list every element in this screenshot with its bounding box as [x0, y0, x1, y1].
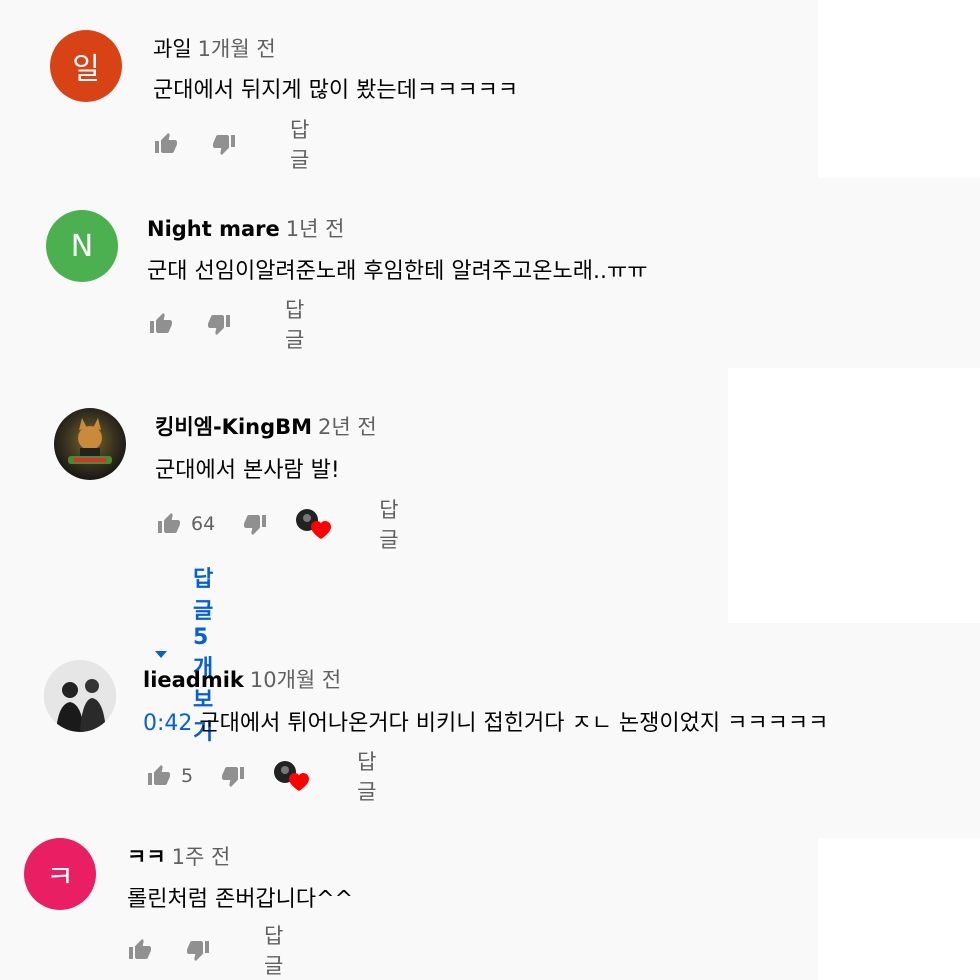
- comment-author[interactable]: 과일: [153, 37, 192, 61]
- comment-time[interactable]: 1주 전: [172, 845, 231, 869]
- reply-button[interactable]: 답글: [357, 746, 376, 806]
- thumb-down-icon[interactable]: [241, 512, 269, 536]
- like-count: 5: [181, 765, 194, 787]
- comment-author[interactable]: ㅋㅋ: [127, 845, 166, 869]
- avatar[interactable]: 일: [50, 30, 122, 102]
- comment-time[interactable]: 1개월 전: [198, 37, 276, 61]
- comment-author[interactable]: Night mare: [147, 217, 280, 241]
- like-count: 64: [191, 513, 216, 535]
- comment-author[interactable]: 킹비엠-KingBM: [155, 415, 312, 439]
- reply-button[interactable]: 답글: [379, 494, 398, 554]
- creator-heart-icon: [271, 759, 310, 793]
- comment-text: 0:42 군대에서 튀어나온거다 비키니 접힌거다 ㅈㄴ 논쟁이었지 ㅋㅋㅋㅋㅋ: [143, 705, 828, 737]
- thumb-up-icon[interactable]: [155, 512, 183, 536]
- avatar[interactable]: [44, 660, 116, 732]
- thumb-down-icon[interactable]: [184, 938, 212, 962]
- comment-text-body: 군대에서 튀어나온거다 비키니 접힌거다 ㅈㄴ 논쟁이었지 ㅋㅋㅋㅋㅋ: [199, 711, 829, 736]
- comment-text: 롤린처럼 존버갑니다^^: [127, 887, 354, 912]
- avatar[interactable]: N: [46, 210, 118, 282]
- thumb-down-icon[interactable]: [210, 132, 238, 156]
- thumb-up-icon[interactable]: [145, 764, 173, 788]
- comment-author[interactable]: lieadmik: [143, 668, 244, 692]
- avatar-letter: N: [70, 228, 94, 264]
- comment-text: 군대에서 뒤지게 많이 봤는데ㅋㅋㅋㅋㅋ: [153, 78, 519, 103]
- comment-text: 군대에서 본사람 발!: [155, 458, 340, 483]
- reply-button[interactable]: 답글: [264, 920, 283, 980]
- thumb-down-icon[interactable]: [205, 312, 233, 336]
- comment-time[interactable]: 1년 전: [286, 217, 345, 241]
- caret-down-icon: [153, 649, 169, 659]
- thumb-up-icon[interactable]: [152, 132, 180, 156]
- thumb-up-icon[interactable]: [126, 938, 154, 962]
- avatar[interactable]: ㅋ: [24, 838, 96, 910]
- avatar-letter: ㅋ: [46, 860, 74, 895]
- avatar[interactable]: [54, 408, 126, 480]
- timestamp-link[interactable]: 0:42: [143, 711, 192, 736]
- reply-button[interactable]: 답글: [290, 114, 309, 174]
- thumb-down-icon[interactable]: [219, 764, 247, 788]
- comment-text: 군대 선임이알려준노래 후임한테 알려주고온노래..ㅠㅠ: [147, 259, 648, 284]
- creator-heart-icon: [293, 507, 332, 541]
- comment-time[interactable]: 10개월 전: [250, 668, 341, 692]
- reply-button[interactable]: 답글: [285, 294, 304, 354]
- avatar-letter: 일: [72, 52, 100, 87]
- comment-time[interactable]: 2년 전: [318, 415, 377, 439]
- thumb-up-icon[interactable]: [147, 312, 175, 336]
